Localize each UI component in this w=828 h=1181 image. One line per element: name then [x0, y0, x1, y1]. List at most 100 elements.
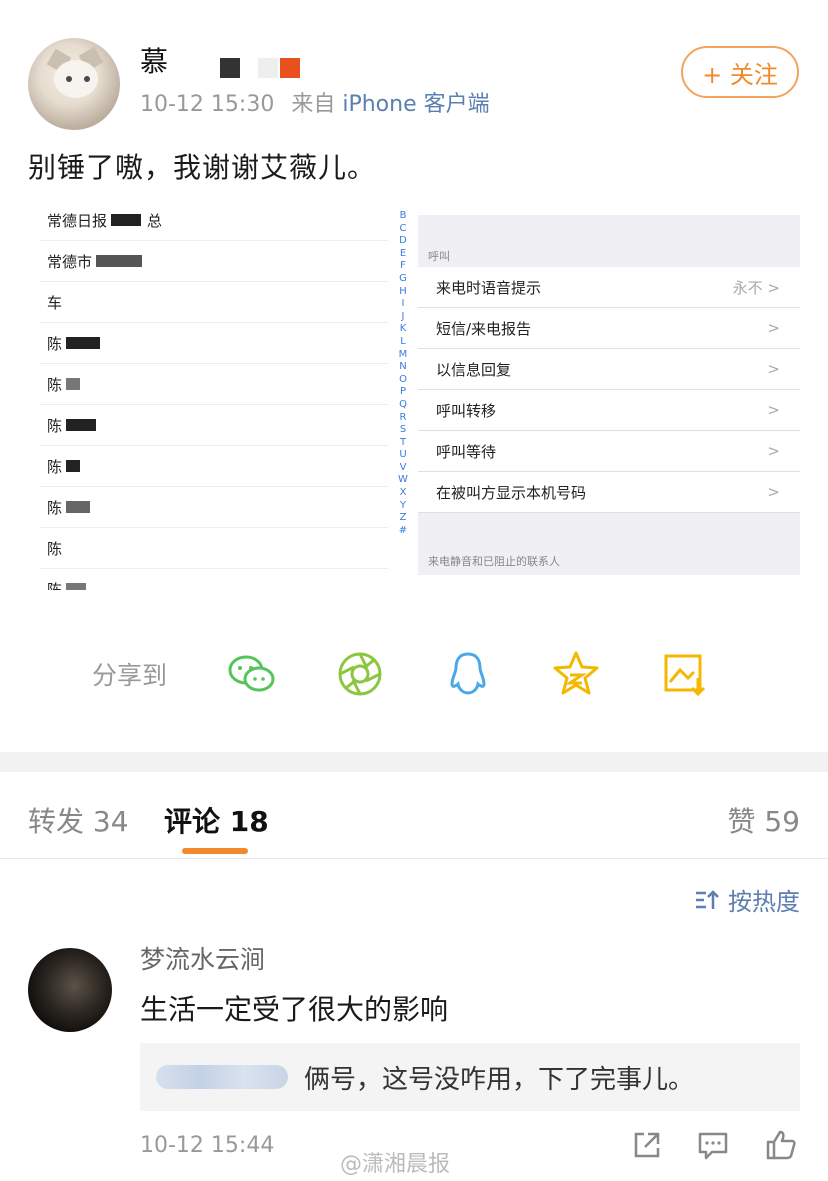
post-text: 别锤了嗷，我谢谢艾薇儿。: [28, 151, 377, 184]
settings-row: 呼叫等待 >: [418, 431, 800, 472]
redaction-mark: [111, 214, 142, 226]
contact-row: 陈: [40, 528, 388, 569]
share-label: 分享到: [92, 661, 168, 690]
wechat-icon[interactable]: [226, 648, 278, 700]
source-prefix: 来自: [291, 92, 336, 117]
alphabet-letter[interactable]: W: [397, 474, 409, 487]
call-settings-panel: 呼叫 来电时语音提示 永不 > 短信/来电报告 > 以信息回复 > 呼叫转移 > 呼叫等…: [418, 215, 800, 590]
settings-row: 来电时语音提示 永不 >: [418, 267, 800, 308]
alphabet-letter[interactable]: S: [397, 424, 409, 437]
qq-icon[interactable]: [442, 648, 494, 700]
contact-row: 常德日报总: [40, 200, 388, 241]
alphabet-letter[interactable]: T: [397, 437, 409, 450]
settings-row-label: 呼叫等待: [436, 442, 497, 461]
sort-icon: [696, 889, 719, 909]
contact-name: 常德市: [47, 252, 93, 271]
contact-name: 陈: [47, 498, 63, 517]
settings-row: 呼叫转移 >: [418, 390, 800, 431]
alphabet-letter[interactable]: M: [397, 349, 409, 362]
alphabet-letter[interactable]: V: [397, 462, 409, 475]
contact-name: 陈: [47, 375, 63, 394]
redaction-mark: [66, 501, 91, 513]
settings-row: 短信/来电报告 >: [418, 308, 800, 349]
alphabet-letter[interactable]: C: [397, 223, 409, 236]
watermark: @潇湘晨报: [340, 1152, 451, 1177]
redaction-mark: [96, 255, 143, 267]
tab-divider: [0, 858, 828, 859]
alphabet-letter[interactable]: H: [397, 286, 409, 299]
name-mosaic: [258, 58, 278, 78]
alphabet-letter[interactable]: J: [397, 311, 409, 324]
name-mosaic: [220, 58, 240, 78]
contact-name: 陈: [47, 416, 63, 435]
alphabet-letter[interactable]: I: [397, 298, 409, 311]
alphabet-letter[interactable]: P: [397, 386, 409, 399]
cat-face: [54, 60, 98, 98]
save-image-icon[interactable]: [658, 648, 710, 700]
alphabet-letter[interactable]: O: [397, 374, 409, 387]
comment-text: 生活一定受了很大的影响: [140, 993, 449, 1026]
tab-like[interactable]: 赞 59: [727, 800, 800, 840]
tab-repost[interactable]: 转发 34: [28, 800, 129, 840]
post-time: 10-12 15:30: [140, 92, 275, 117]
contact-row: 车: [40, 282, 388, 323]
redaction-mark: [66, 419, 97, 431]
alphabet-letter[interactable]: B: [397, 210, 409, 223]
moments-icon[interactable]: [334, 648, 386, 700]
alphabet-letter[interactable]: F: [397, 260, 409, 273]
chevron-right-icon: >: [767, 401, 780, 419]
settings-row-label: 短信/来电报告: [436, 319, 532, 338]
cat-eye: [66, 76, 72, 82]
contact-name: 陈: [47, 539, 63, 558]
settings-row: 以信息回复 >: [418, 349, 800, 390]
alphabet-letter[interactable]: Q: [397, 399, 409, 412]
alphabet-letter[interactable]: G: [397, 273, 409, 286]
settings-row: [418, 575, 800, 590]
alphabet-letter[interactable]: E: [397, 248, 409, 261]
alphabet-letter[interactable]: L: [397, 336, 409, 349]
comment-time: 10-12 15:44: [140, 1133, 275, 1158]
settings-row: 在被叫方显示本机号码 >: [418, 472, 800, 513]
chevron-right-icon: >: [767, 483, 780, 501]
comment-reply[interactable]: 俩号，这号没咋用，下了完事儿。: [140, 1043, 800, 1111]
poster-username[interactable]: 慕: [140, 40, 168, 80]
commenter-avatar[interactable]: [28, 948, 112, 1032]
alphabet-letter[interactable]: K: [397, 323, 409, 336]
follow-button[interactable]: + 关注: [681, 46, 799, 98]
commenter-name[interactable]: 梦流水云涧: [140, 940, 265, 976]
contacts-list: 常德日报总 常德市 车 陈 陈 陈 陈 陈 陈 陈: [40, 200, 388, 590]
chevron-right-icon: >: [767, 360, 780, 378]
alphabet-letter[interactable]: Y: [397, 500, 409, 513]
tab-comment[interactable]: 评论 18: [164, 800, 269, 840]
contact-row: 陈: [40, 405, 388, 446]
qzone-icon[interactable]: [550, 648, 602, 700]
redaction-mark: [66, 337, 101, 349]
alphabet-letter[interactable]: X: [397, 487, 409, 500]
sort-button[interactable]: 按热度: [694, 882, 800, 917]
alphabet-letter[interactable]: N: [397, 361, 409, 374]
alphabet-letter[interactable]: R: [397, 412, 409, 425]
contact-row: 陈: [40, 569, 388, 590]
reply-comment-icon[interactable]: [696, 1128, 730, 1162]
contact-name: 车: [47, 293, 63, 312]
section-divider: [0, 752, 828, 772]
sort-label: 按热度: [728, 888, 800, 916]
post-source[interactable]: iPhone 客户端: [342, 92, 489, 117]
contact-name: 陈: [47, 334, 63, 353]
share-comment-icon[interactable]: [630, 1128, 664, 1162]
contact-row: 陈: [40, 487, 388, 528]
alphabet-letter[interactable]: #: [397, 525, 409, 538]
cat-eye: [84, 76, 90, 82]
poster-avatar[interactable]: [28, 38, 120, 130]
alphabet-letter[interactable]: D: [397, 235, 409, 248]
name-mosaic: [280, 58, 300, 78]
like-comment-icon[interactable]: [764, 1128, 798, 1162]
contact-row: 常德市: [40, 241, 388, 282]
alphabet-letter[interactable]: U: [397, 449, 409, 462]
settings-section-header: 来电静音和已阻止的联系人: [428, 555, 560, 568]
settings-row-label: 以信息回复: [436, 360, 512, 379]
alphabet-letter[interactable]: Z: [397, 512, 409, 525]
contact-name: 陈: [47, 457, 63, 476]
post-image[interactable]: 常德日报总 常德市 车 陈 陈 陈 陈 陈 陈 陈 BCDEFGHIJKLMNO…: [40, 200, 800, 590]
reply-text: 俩号，这号没咋用，下了完事儿。: [304, 1064, 695, 1095]
